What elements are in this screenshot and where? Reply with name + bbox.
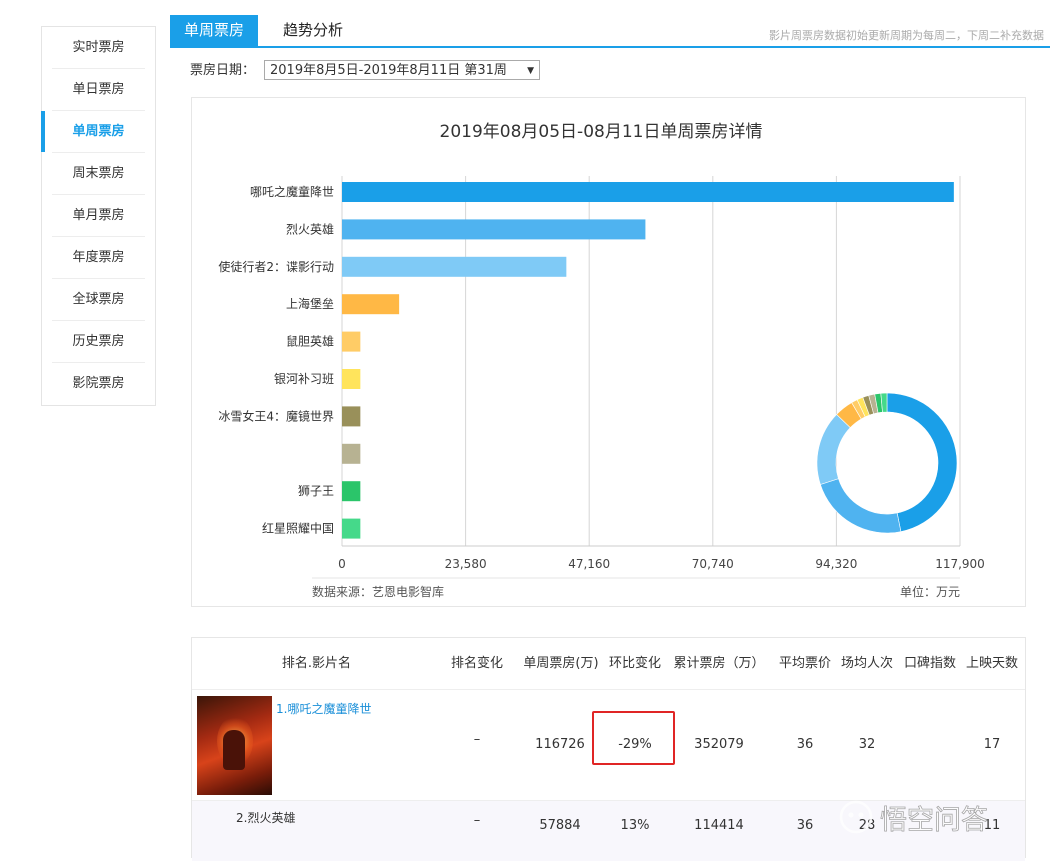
bar[interactable]: [342, 331, 361, 352]
x-tick-label: 0: [338, 557, 346, 571]
sidebar-item-weekly[interactable]: 单周票房: [41, 111, 145, 153]
category-label: 鼠胆英雄: [286, 334, 334, 349]
avg-people-cell: 32: [858, 737, 876, 752]
bar[interactable]: [342, 219, 646, 240]
date-select-value: 2019年8月5日-2019年8月11日 第31周: [270, 63, 507, 78]
sidebar-item-global[interactable]: 全球票房: [52, 279, 145, 321]
header-days: 上映天数: [965, 656, 1018, 671]
sidebar-nav: 实时票房 单日票房 单周票房 周末票房 单月票房 年度票房 全球票房 历史票房 …: [41, 26, 156, 406]
date-select[interactable]: 2019年8月5日-2019年8月11日 第31周 ▼: [264, 60, 540, 80]
bar[interactable]: [342, 294, 400, 315]
bar[interactable]: [342, 481, 361, 502]
header-change-rate: 环比变化: [608, 656, 661, 671]
bar[interactable]: [342, 256, 567, 277]
chart-title: 2019年08月05日-08月11日单周票房详情: [440, 122, 763, 142]
sidebar-item-yearly[interactable]: 年度票房: [52, 237, 145, 279]
movie-poster-image[interactable]: [197, 696, 272, 795]
donut-slice[interactable]: [816, 414, 851, 485]
x-tick-label: 70,740: [692, 557, 734, 571]
category-label: 使徒行者2：谍影行动: [218, 259, 334, 274]
sidebar-item-realtime[interactable]: 实时票房: [52, 27, 145, 69]
weekly-box-office-cell: 116726: [535, 737, 585, 752]
change-highlight-box: [592, 711, 675, 765]
dropdown-arrow-icon: ▼: [527, 66, 534, 76]
wukong-logo-icon: [839, 800, 873, 834]
data-source: 数据来源：艺恩电影智库: [312, 584, 444, 599]
x-tick-label: 94,320: [815, 557, 857, 571]
update-note: 影片周票房数据初始更新周期为每周二，下周二补充数据: [769, 29, 1044, 42]
chart-panel: 2019年08月05日-08月11日单周票房详情 哪吒之魔童降世烈火英雄使徒行者…: [191, 97, 1026, 607]
sidebar-item-history[interactable]: 历史票房: [52, 321, 145, 363]
category-label: 银河补习班: [274, 372, 334, 386]
bar[interactable]: [342, 518, 361, 539]
avg-price-cell: 36: [796, 818, 814, 833]
film-name-link[interactable]: 2.烈火英雄: [236, 809, 295, 826]
category-label: 冰雪女王4：魔镜世界: [218, 408, 334, 423]
date-row: 票房日期： 2019年8月5日-2019年8月11日 第31周 ▼: [190, 60, 540, 82]
box-office-chart: 2019年08月05日-08月11日单周票房详情 哪吒之魔童降世烈火英雄使徒行者…: [218, 122, 985, 599]
unit-label: 单位：万元: [900, 584, 960, 599]
table-row[interactable]: 1.哪吒之魔童降世 – 116726 -29% 352079 36 32 17: [192, 690, 1025, 800]
header-score: 口碑指数: [903, 656, 956, 671]
bar[interactable]: [342, 443, 361, 464]
sidebar-item-monthly[interactable]: 单月票房: [52, 195, 145, 237]
sidebar-item-weekend[interactable]: 周末票房: [52, 153, 145, 195]
wukong-watermark: 悟空问答: [839, 800, 988, 836]
category-label: 狮子王: [298, 484, 334, 498]
bar[interactable]: [342, 406, 361, 427]
weekly-box-office-cell: 57884: [539, 818, 581, 833]
donut-slice[interactable]: [886, 392, 958, 532]
sidebar-item-cinema[interactable]: 影院票房: [52, 363, 145, 404]
header-total-box-office: 累计票房（万）: [673, 656, 765, 671]
avg-price-cell: 36: [796, 737, 814, 752]
category-label: 上海堡垒: [286, 296, 334, 311]
bar[interactable]: [342, 369, 361, 389]
tab-bar: 单周票房 趋势分析 影片周票房数据初始更新周期为每周二，下周二补充数据: [170, 15, 1050, 48]
rank-change-cell: –: [473, 813, 481, 828]
tab-trend-analysis[interactable]: 趋势分析: [269, 15, 357, 46]
change-rate-cell: 13%: [620, 818, 650, 833]
total-box-office-cell: 114414: [694, 818, 744, 833]
header-avg-price: 平均票价: [778, 656, 831, 671]
tab-weekly-box-office[interactable]: 单周票房: [170, 15, 259, 46]
date-label: 票房日期：: [190, 63, 256, 78]
category-label: 烈火英雄: [286, 221, 334, 236]
category-label: 红星照耀中国: [262, 521, 334, 536]
film-name-link[interactable]: 1.哪吒之魔童降世: [276, 700, 371, 717]
days-cell: 17: [983, 737, 1001, 752]
category-label: 哪吒之魔童降世: [250, 184, 334, 199]
header-rank-name: 排名.影片名: [281, 656, 352, 671]
header-rank-change: 排名变化: [450, 656, 503, 671]
watermark-text: 悟空问答: [880, 805, 988, 836]
x-tick-label: 117,900: [935, 557, 985, 571]
rank-change-cell: –: [473, 732, 481, 747]
x-tick-label: 47,160: [568, 557, 610, 571]
x-tick-label: 23,580: [445, 557, 487, 571]
donut-slice[interactable]: [819, 478, 902, 534]
sidebar-item-daily[interactable]: 单日票房: [52, 69, 145, 111]
header-weekly-box-office: 单周票房(万): [523, 656, 599, 671]
bar[interactable]: [342, 182, 954, 202]
header-avg-people: 场均人次: [840, 656, 893, 671]
total-box-office-cell: 352079: [694, 737, 744, 752]
